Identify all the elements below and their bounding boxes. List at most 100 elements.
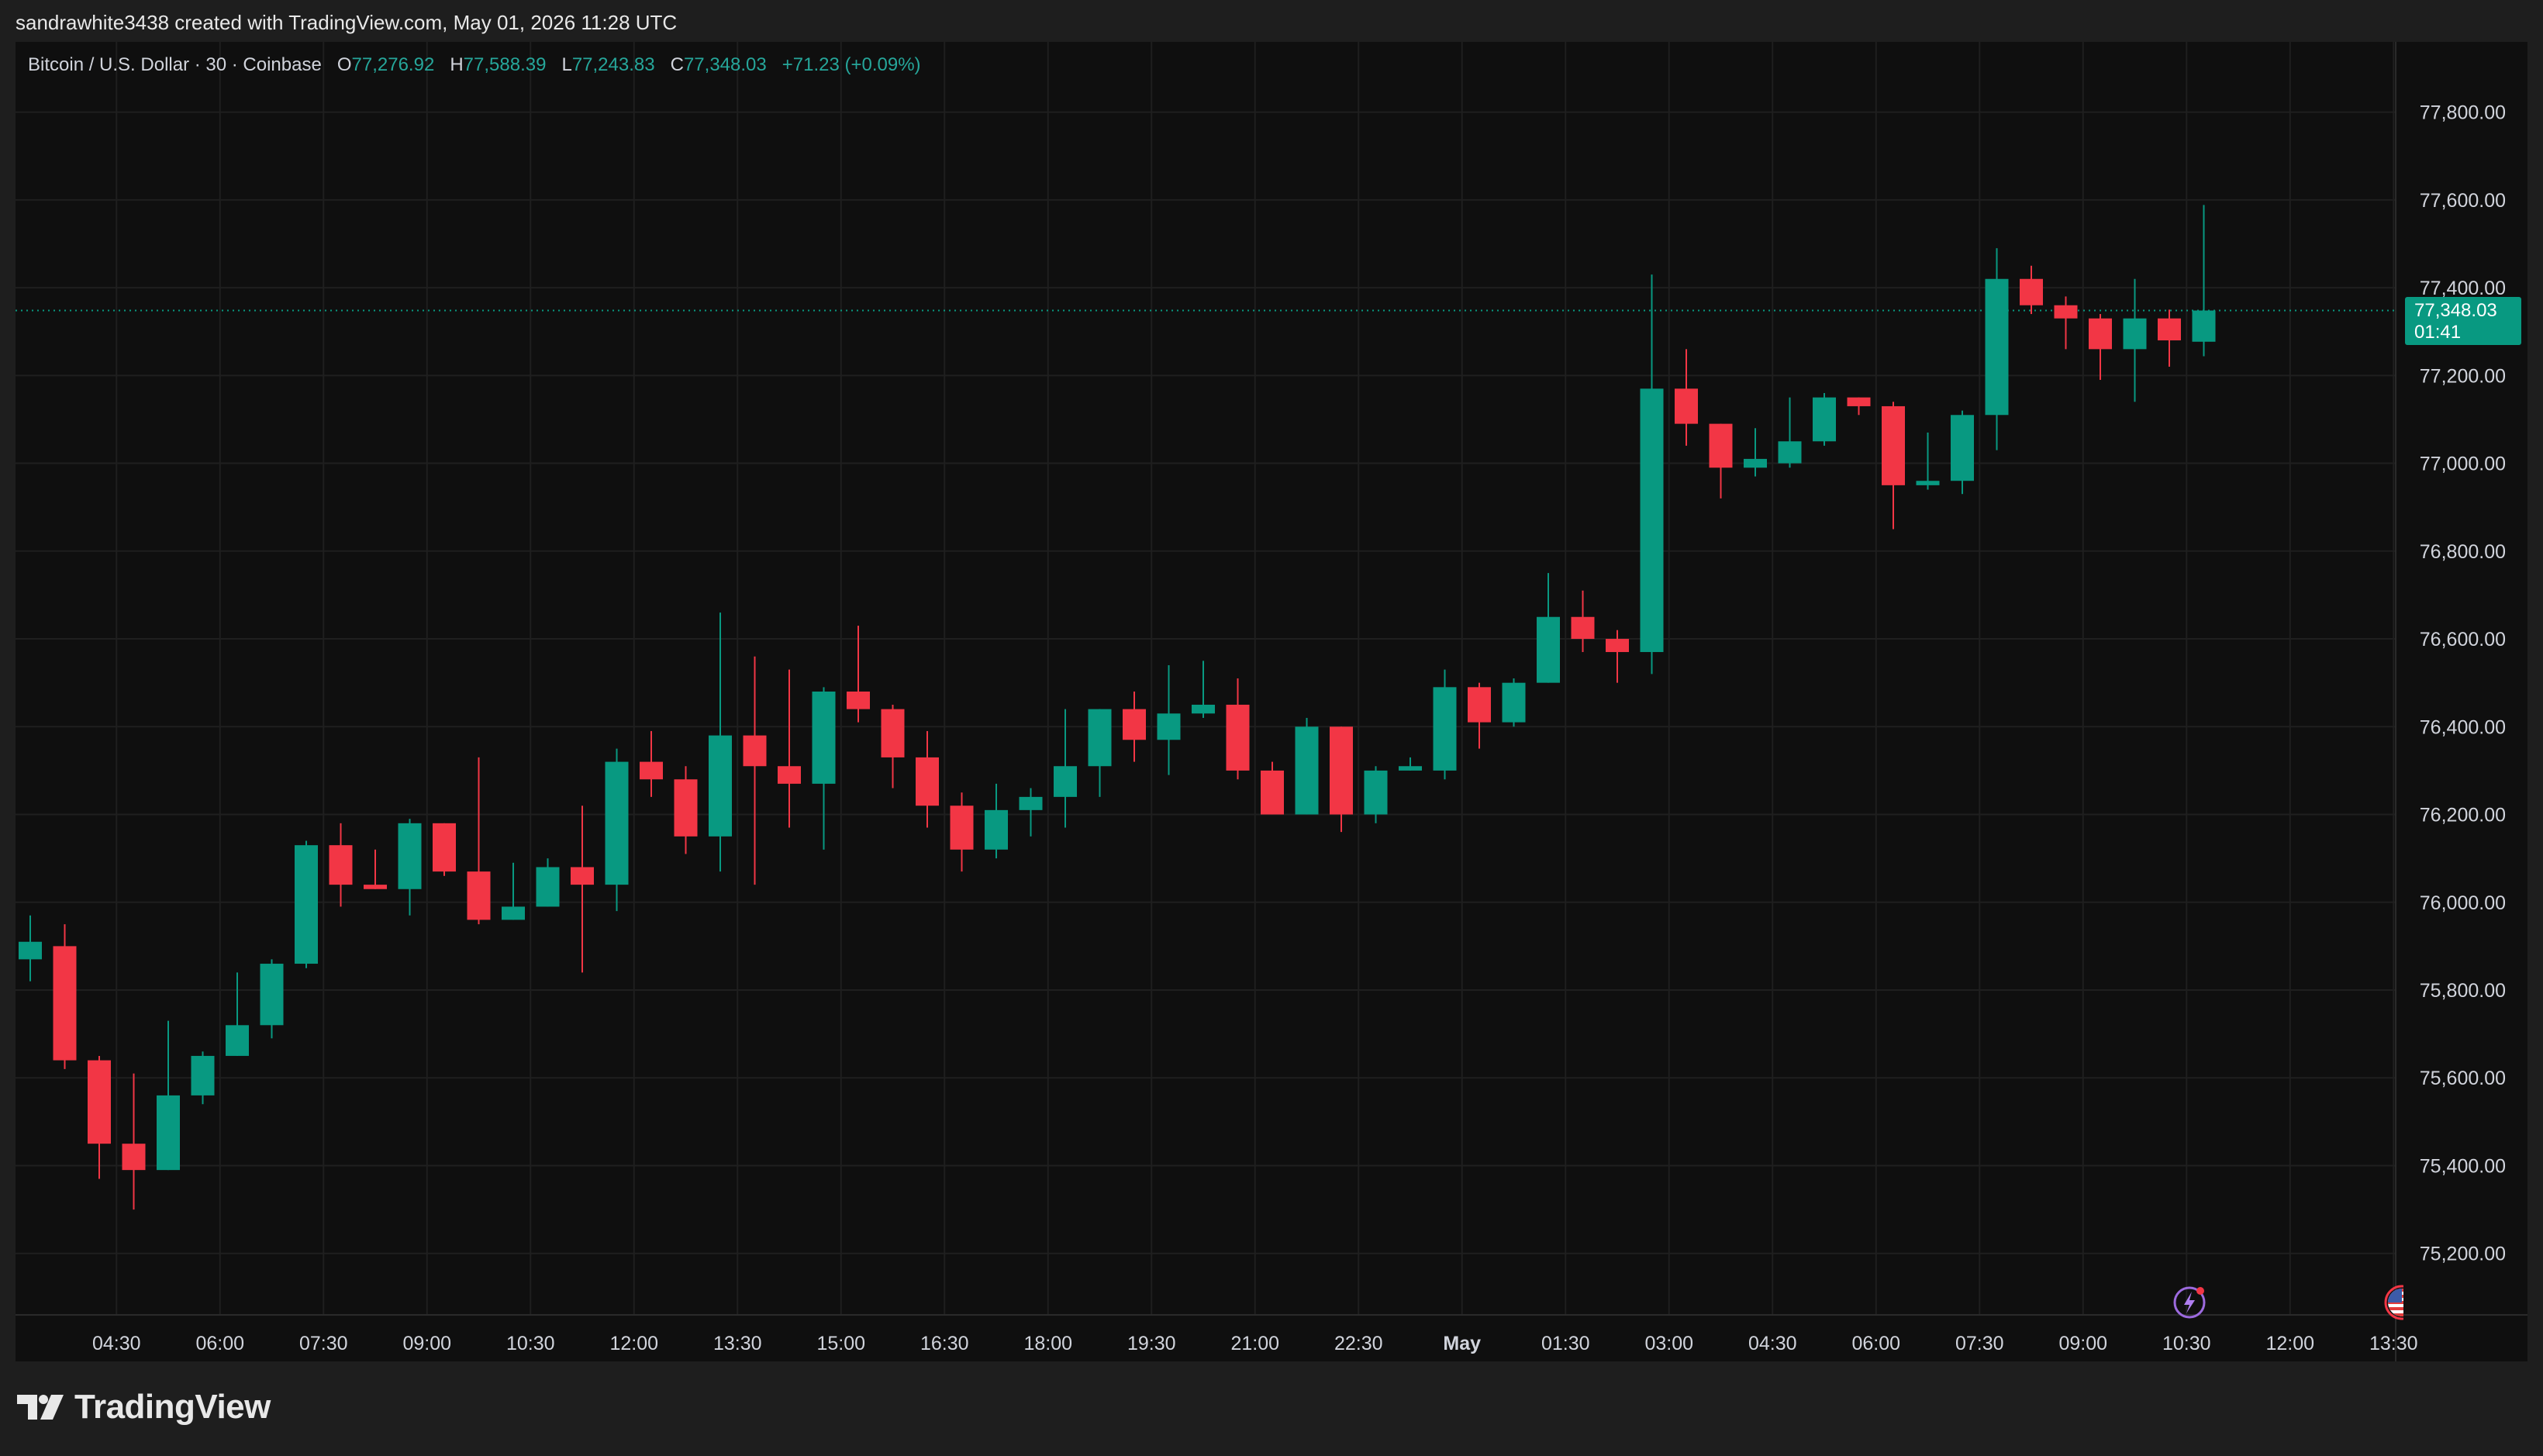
candle-body (1261, 770, 1284, 815)
y-tick-label: 76,200.00 (2420, 805, 2506, 826)
candle-body (1054, 766, 1077, 797)
y-tick-label: 77,400.00 (2420, 278, 2506, 299)
bottom-bar (0, 1361, 2543, 1456)
candle-body (19, 941, 42, 960)
candle-body (743, 735, 767, 767)
candle-body (1468, 687, 1491, 723)
x-tick-label: May (1443, 1333, 1481, 1354)
candle-body (467, 871, 491, 920)
candlestick-chart[interactable]: 75,200.00 75,400.00 75,600.00 75,800.00 76,0… (0, 0, 2543, 1361)
x-tick-label: 09:00 (2058, 1333, 2107, 1354)
y-tick-label: 77,600.00 (2420, 190, 2506, 212)
candle-body (1502, 682, 1526, 723)
candle-body (2020, 278, 2043, 305)
candle-body (1433, 687, 1457, 771)
candle-body (778, 766, 801, 784)
x-tick-label: 07:30 (299, 1333, 348, 1354)
tradingview-logo-icon (17, 1395, 64, 1420)
candle-body (1571, 616, 1595, 640)
candle-body (1399, 766, 1422, 771)
y-tick-label: 77,000.00 (2420, 454, 2506, 475)
high-value: 77,588.39 (463, 54, 547, 75)
y-tick-label: 75,800.00 (2420, 980, 2506, 1002)
y-tick-label: 76,400.00 (2420, 716, 2506, 738)
candle-body (1675, 388, 1698, 424)
close-value: 77,348.03 (683, 54, 767, 75)
candle-body (122, 1144, 146, 1171)
candle-body (985, 809, 1008, 850)
candle-body (2054, 305, 2078, 319)
y-tick-label: 76,800.00 (2420, 541, 2506, 563)
y-tick-label: 76,600.00 (2420, 629, 2506, 650)
candle-body (1640, 388, 1664, 653)
candle-body (1192, 704, 1215, 714)
tradingview-brand[interactable]: TradingView (17, 1388, 271, 1427)
candle-body (502, 906, 525, 920)
candle-body (191, 1055, 215, 1095)
candle-body (1226, 704, 1250, 771)
x-tick-label: 21:00 (1230, 1333, 1279, 1354)
candle-body (536, 867, 560, 907)
candle-body (1847, 397, 1871, 406)
candle-body (1744, 458, 1767, 468)
x-tick-label: 04:30 (1748, 1333, 1797, 1354)
x-tick-label: 06:00 (195, 1333, 244, 1354)
x-tick-label: 09:00 (402, 1333, 451, 1354)
low-label: L (561, 54, 572, 75)
candle-body (1088, 709, 1112, 767)
candle-body (1985, 278, 2009, 416)
y-tick-label: 77,200.00 (2420, 365, 2506, 387)
candle-body (881, 709, 905, 757)
candle-body (1123, 709, 1146, 740)
x-tick-label: 19:30 (1127, 1333, 1176, 1354)
y-tick-label: 77,800.00 (2420, 102, 2506, 124)
x-tick-label: 13:30 (2369, 1333, 2418, 1354)
candle-body (157, 1095, 180, 1171)
candle-body (53, 946, 77, 1061)
open-label: O (336, 54, 352, 75)
candle-body (2089, 318, 2112, 350)
x-tick-label: 13:30 (713, 1333, 762, 1354)
x-tick-label: 07:30 (1955, 1333, 2004, 1354)
candle-body (605, 761, 629, 885)
ai-sparkle-icon[interactable] (2171, 1284, 2208, 1321)
candle-body (1606, 639, 1629, 653)
us-flag-icon[interactable] (2383, 1284, 2403, 1321)
candle-body (1157, 713, 1181, 740)
candle-body (950, 806, 974, 850)
ohlc-legend: Bitcoin / U.S. Dollar · 30 · Coinbase O7… (28, 54, 921, 76)
candle-body (2123, 318, 2147, 350)
x-tick-label: 15:00 (816, 1333, 865, 1354)
candle-body (295, 845, 318, 964)
candle-body (329, 845, 353, 885)
candle-body (1364, 770, 1388, 815)
candle-body (1537, 616, 1560, 683)
candle-body (2158, 318, 2181, 341)
bar-countdown: 01:41 (2414, 321, 2462, 343)
candle-body (1709, 423, 1733, 468)
candle-body (2192, 310, 2216, 342)
low-value: 77,243.83 (571, 54, 655, 75)
x-tick-label: 22:30 (1334, 1333, 1383, 1354)
candle-body (1330, 726, 1353, 815)
x-tick-label: 01:30 (1541, 1333, 1590, 1354)
candle-body (88, 1060, 111, 1144)
y-tick-label: 76,000.00 (2420, 892, 2506, 914)
candle-body (226, 1025, 249, 1056)
candle-body (847, 691, 870, 709)
candle-body (1951, 415, 1974, 481)
change-value: +71.23 (+0.09%) (782, 54, 921, 75)
symbol-title: Bitcoin / U.S. Dollar · 30 · Coinbase (28, 54, 322, 75)
x-tick-label: 12:00 (2265, 1333, 2314, 1354)
candle-body (1813, 397, 1836, 442)
candle-body (398, 823, 422, 889)
high-label: H (450, 54, 464, 75)
candle-body (709, 735, 732, 837)
open-value: 77,276.92 (351, 54, 435, 75)
candle-body (1916, 481, 1940, 485)
x-tick-label: 10:30 (506, 1333, 555, 1354)
x-tick-label: 04:30 (92, 1333, 141, 1354)
last-price-label: 77,348.03 01:41 (2405, 296, 2521, 345)
x-tick-label: 12:00 (609, 1333, 658, 1354)
brand-name: TradingView (74, 1388, 271, 1426)
